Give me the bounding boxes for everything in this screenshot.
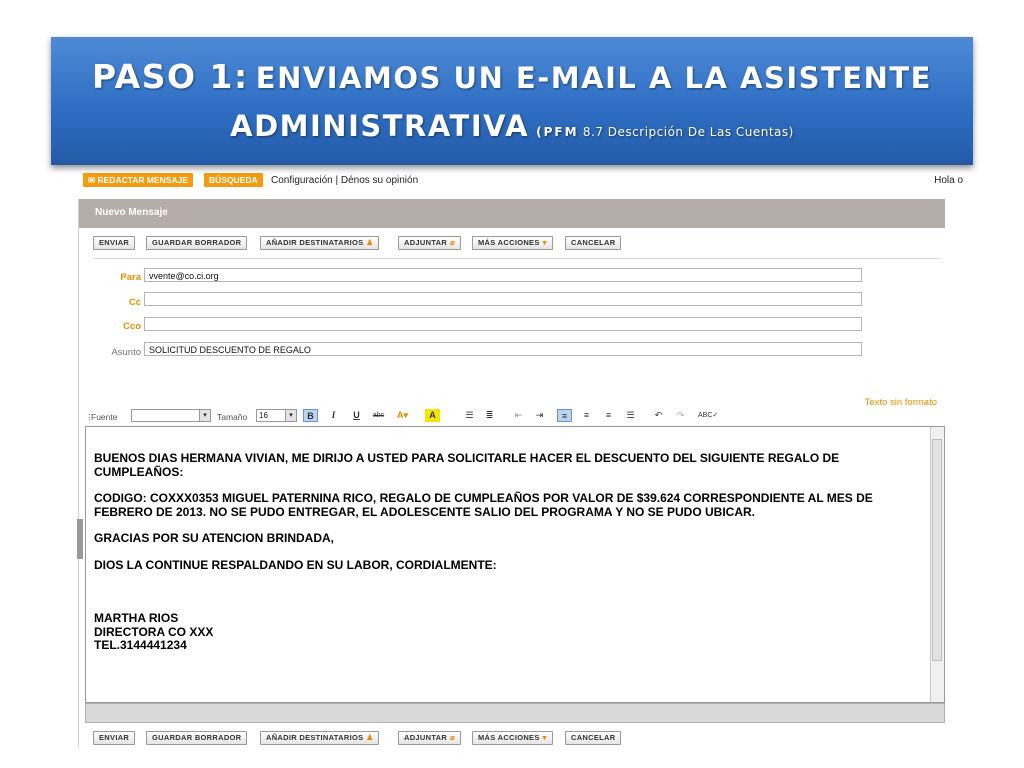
add-recipients-label: AÑADIR DESTINATARIOS <box>266 238 364 247</box>
align-right-icon[interactable]: ≡ <box>601 409 616 422</box>
strikethrough-icon[interactable]: abc <box>371 409 386 422</box>
cancel-button[interactable]: CANCELAR <box>565 731 622 745</box>
slide-title-banner: PASO 1: ENVIAMOS UN E-MAIL A LA ASISTENT… <box>51 37 973 165</box>
send-label: ENVIAR <box>99 238 130 247</box>
title-prefix: PASO 1: <box>92 57 249 96</box>
more-actions-button[interactable]: MÁS ACCIONES ▾ <box>472 236 553 250</box>
add-recipients-label: AÑADIR DESTINATARIOS <box>266 733 364 742</box>
search-button[interactable]: BÚSQUEDA <box>204 173 263 187</box>
underline-icon[interactable]: U <box>349 409 364 422</box>
toolbar-divider <box>93 258 941 259</box>
scrollbar-thumb[interactable] <box>932 439 942 661</box>
redo-icon[interactable]: ↷ <box>673 409 688 422</box>
justify-icon[interactable]: ☰ <box>623 409 638 422</box>
cancel-label: CANCELAR <box>571 733 616 742</box>
more-actions-label: MÁS ACCIONES <box>478 733 540 742</box>
slide-title-line-2: ADMINISTRATIVA (PFM 8.7 Descripción De L… <box>51 109 973 143</box>
compose-header: Nuevo Mensaje <box>79 199 945 228</box>
align-center-icon[interactable]: ≡ <box>579 409 594 422</box>
ordered-list-icon[interactable]: ☰ <box>462 409 477 422</box>
compose-message-button[interactable]: ✉ REDACTAR MENSAJE <box>83 173 194 187</box>
cc-field[interactable] <box>144 292 862 306</box>
cancel-label: CANCELAR <box>571 238 616 247</box>
paperclip-icon: ⌀ <box>450 238 455 247</box>
save-draft-button[interactable]: GUARDAR BORRADOR <box>146 236 248 250</box>
attach-button[interactable]: ADJUNTAR ⌀ <box>398 731 461 745</box>
panel-resize-grip[interactable] <box>77 519 83 559</box>
caret-down-icon: ▾ <box>199 410 210 421</box>
size-select[interactable]: 16 ▾ <box>256 409 297 422</box>
add-recipients-button[interactable]: AÑADIR DESTINATARIOS ♟ <box>260 731 380 745</box>
spellcheck-icon[interactable]: ABC✓ <box>698 409 718 422</box>
cc-label: Cc <box>128 297 141 308</box>
compose-label: REDACTAR MENSAJE <box>97 175 189 185</box>
bold-icon[interactable]: B <box>303 409 318 422</box>
send-label: ENVIAR <box>99 733 130 742</box>
bullet-list-icon[interactable]: ≣ <box>482 409 497 422</box>
send-button[interactable]: ENVIAR <box>93 731 136 745</box>
font-label: Fuente <box>91 412 118 422</box>
to-label: Para <box>120 272 141 283</box>
title-note-rest: 8.7 Descripción De Las Cuentas) <box>582 125 794 139</box>
title-rest: ENVIAMOS UN E-MAIL A LA ASISTENTE <box>255 61 932 95</box>
size-value: 16 <box>259 411 268 420</box>
to-field[interactable]: vvente@co.ci.org <box>144 268 862 282</box>
undo-icon[interactable]: ↶ <box>651 409 666 422</box>
attach-button[interactable]: ADJUNTAR ⌀ <box>398 236 461 250</box>
caret-down-icon: ▾ <box>542 733 547 742</box>
mail-icon: ✉ <box>88 175 96 185</box>
message-paragraph: CODIGO: COXXX0353 MIGUEL PATERNINA RICO,… <box>94 491 873 519</box>
signature-phone: TEL.3144441234 <box>94 638 187 652</box>
subject-label: Asunto <box>111 347 141 358</box>
font-select[interactable]: ▾ <box>131 409 211 422</box>
title-line2: ADMINISTRATIVA <box>230 109 530 143</box>
attach-label: ADJUNTAR <box>404 733 448 742</box>
signature-title: DIRECTORA CO XXX <box>94 624 214 639</box>
greeting: Hola o <box>934 175 963 186</box>
indent-icon[interactable]: ⇥ <box>532 409 547 422</box>
add-recipients-button[interactable]: AÑADIR DESTINATARIOS ♟ <box>260 236 380 250</box>
bcc-field[interactable] <box>144 317 862 331</box>
size-label: Tamaño <box>217 412 248 422</box>
message-paragraph: BUENOS DIAS HERMANA VIVIAN, ME DIRIJO A … <box>94 451 840 479</box>
paperclip-icon: ⌀ <box>450 733 455 742</box>
subject-field[interactable]: SOLICITUD DESCUENTO DE REGALO <box>144 342 862 356</box>
save-draft-label: GUARDAR BORRADOR <box>152 238 242 247</box>
cancel-button[interactable]: CANCELAR <box>565 236 622 250</box>
message-editor[interactable]: BUENOS DIAS HERMANA VIVIAN, ME DIRIJO A … <box>85 426 945 703</box>
person-icon: ♟ <box>366 733 374 742</box>
plain-text-link[interactable]: Texto sin formato <box>865 397 937 408</box>
editor-resize-bar[interactable] <box>85 703 945 723</box>
highlight-icon[interactable]: A <box>425 409 440 422</box>
slide-title-line-1: PASO 1: ENVIAMOS UN E-MAIL A LA ASISTENT… <box>51 57 973 96</box>
signature-name: MARTHA RIOS <box>94 611 179 625</box>
italic-icon[interactable]: I <box>326 409 341 422</box>
editor-scrollbar[interactable] <box>930 427 944 702</box>
top-navigation: ✉ REDACTAR MENSAJE BÚSQUEDA Configuració… <box>83 173 963 189</box>
title-note-bold: (PFM <box>536 125 579 139</box>
search-label: BÚSQUEDA <box>209 175 258 185</box>
message-paragraph: DIOS LA CONTINUE RESPALDANDO EN SU LABOR… <box>94 557 497 572</box>
caret-down-icon: ▾ <box>542 238 547 247</box>
save-draft-button[interactable]: GUARDAR BORRADOR <box>146 731 248 745</box>
caret-down-icon: ▾ <box>285 410 296 421</box>
text-color-icon[interactable]: A▾ <box>395 409 410 422</box>
outdent-icon[interactable]: ⇤ <box>511 409 526 422</box>
save-draft-label: GUARDAR BORRADOR <box>152 733 242 742</box>
editor-toolbar: ⋮ Fuente ▾ Tamaño 16 ▾ B I U abc A▾ A ☰ ≣… <box>85 408 939 426</box>
compose-panel: Nuevo Mensaje ENVIAR GUARDAR BORRADOR AÑ… <box>77 199 945 747</box>
settings-feedback-links[interactable]: Configuración | Dénos su opinión <box>271 175 418 186</box>
message-body: BUENOS DIAS HERMANA VIVIAN, ME DIRIJO A … <box>94 451 924 653</box>
message-paragraph: GRACIAS POR SU ATENCION BRINDADA, <box>94 531 335 545</box>
bcc-label: Cco <box>123 321 141 332</box>
align-left-icon[interactable]: ≡ <box>557 409 572 422</box>
title-note: (PFM 8.7 Descripción De Las Cuentas) <box>536 125 794 139</box>
send-button[interactable]: ENVIAR <box>93 236 136 250</box>
more-actions-button[interactable]: MÁS ACCIONES ▾ <box>472 731 553 745</box>
attach-label: ADJUNTAR <box>404 238 448 247</box>
person-icon: ♟ <box>366 238 374 247</box>
more-actions-label: MÁS ACCIONES <box>478 238 540 247</box>
